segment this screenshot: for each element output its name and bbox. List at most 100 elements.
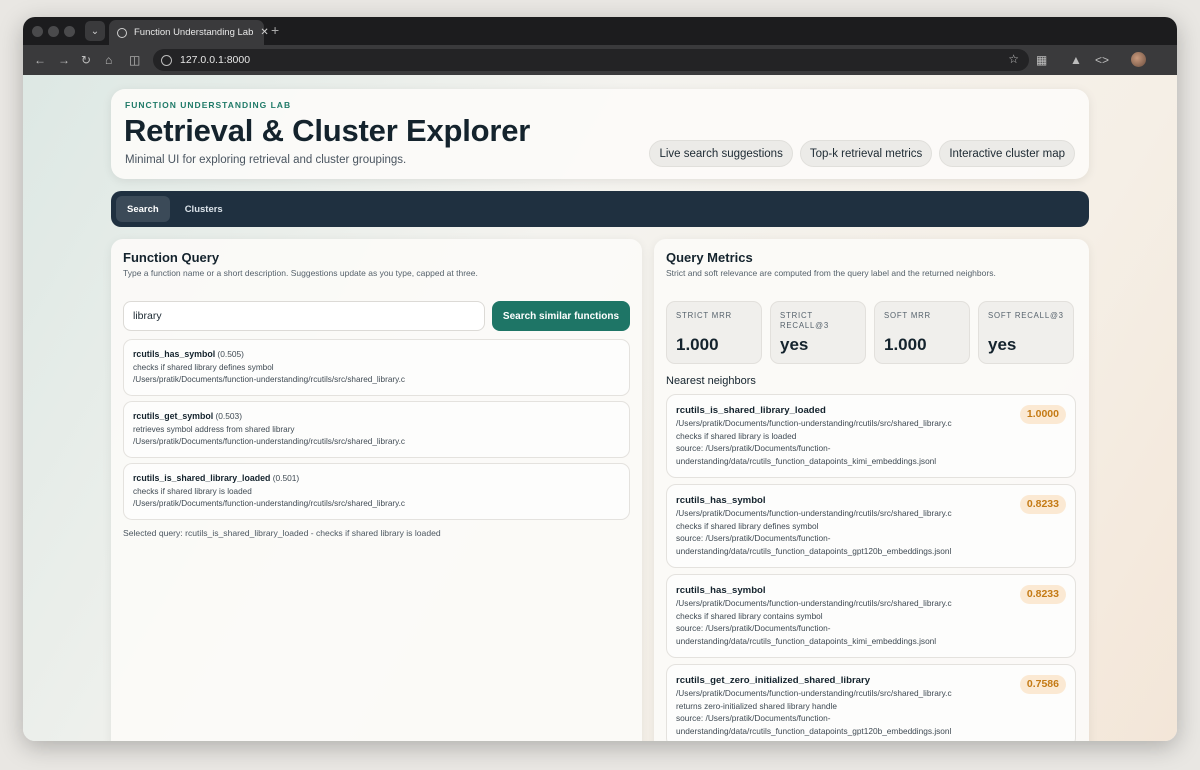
- query-panel-title: Function Query: [123, 250, 220, 265]
- suggestion-score: (0.503): [215, 411, 243, 421]
- suggestion-desc: retrieves symbol address from shared lib…: [133, 424, 295, 434]
- neighbor-name: rcutils_has_symbol: [676, 585, 766, 596]
- neighbor-name: rcutils_is_shared_library_loaded: [676, 405, 826, 416]
- new-tab-plus-icon[interactable]: +: [271, 22, 279, 38]
- neighbor-desc: checks if shared library is loaded: [676, 430, 797, 441]
- tab-clusters[interactable]: Clusters: [174, 196, 234, 222]
- pill-live-search: Live search suggestions: [649, 140, 793, 167]
- browser-tab[interactable]: Function Understanding Lab ✕: [109, 20, 269, 45]
- close-window-icon[interactable]: [32, 26, 43, 37]
- neighbor-name: rcutils_has_symbol: [676, 495, 766, 506]
- page-title: Retrieval & Cluster Explorer: [124, 113, 531, 148]
- reload-icon[interactable]: ↻: [81, 53, 91, 67]
- neighbor-desc: returns zero-initialized shared library …: [676, 700, 837, 711]
- metric-strict-recall: STRICT RECALL@3 yes: [770, 301, 866, 364]
- suggestion-path: /Users/pratik/Documents/function-underst…: [133, 437, 405, 446]
- metric-label: STRICT MRR: [676, 311, 732, 320]
- profile-avatar[interactable]: [1131, 52, 1146, 67]
- minimize-window-icon[interactable]: [48, 26, 59, 37]
- globe-icon: [117, 27, 127, 38]
- neighbor-source: source: /Users/pratik/Documents/function…: [676, 443, 831, 453]
- neighbor-path: /Users/pratik/Documents/function-underst…: [676, 688, 952, 698]
- tab-close-icon[interactable]: ✕: [260, 27, 268, 38]
- neighbor-item[interactable]: rcutils_get_zero_initialized_shared_libr…: [666, 664, 1076, 741]
- browser-window: ⌄ Function Understanding Lab ✕ + ← → ↻ ⌂…: [23, 17, 1177, 741]
- metric-label: SOFT MRR: [884, 311, 931, 320]
- neighbor-path: /Users/pratik/Documents/function-underst…: [676, 598, 952, 608]
- metric-value: 1.000: [884, 335, 927, 354]
- suggestion-name: rcutils_get_symbol: [133, 411, 214, 421]
- url-text: 127.0.0.1:8000: [180, 54, 251, 66]
- forward-arrow-icon[interactable]: →: [58, 53, 70, 67]
- tab-search[interactable]: Search: [116, 196, 170, 222]
- extensions-puzzle-icon[interactable]: ▦: [1036, 53, 1047, 67]
- page-subtitle: Minimal UI for exploring retrieval and c…: [125, 154, 407, 166]
- neighbor-item[interactable]: rcutils_is_shared_library_loaded /Users/…: [666, 394, 1076, 478]
- site-info-icon[interactable]: [161, 54, 172, 66]
- query-metrics-panel: Query Metrics Strict and soft relevance …: [654, 239, 1089, 741]
- suggestion-path: /Users/pratik/Documents/function-underst…: [133, 375, 405, 384]
- neighbor-path: /Users/pratik/Documents/function-underst…: [676, 508, 952, 518]
- neighbor-source-cont: understanding/data/rcutils_function_data…: [676, 725, 952, 736]
- suggestion-list: rcutils_has_symbol (0.505) checks if sha…: [123, 339, 630, 525]
- metric-value: yes: [780, 335, 809, 354]
- nearest-neighbors-title: Nearest neighbors: [666, 375, 756, 387]
- suggestion-name: rcutils_is_shared_library_loaded: [133, 473, 271, 483]
- metric-strict-mrr: STRICT MRR 1.000: [666, 301, 762, 364]
- selected-query-text: Selected query: rcutils_is_shared_librar…: [123, 528, 441, 538]
- neighbor-name: rcutils_get_zero_initialized_shared_libr…: [676, 675, 871, 686]
- bookmark-star-icon[interactable]: ☆: [1008, 52, 1019, 66]
- suggestion-item[interactable]: rcutils_get_symbol (0.503) retrieves sym…: [123, 401, 630, 458]
- neighbor-path: /Users/pratik/Documents/function-underst…: [676, 418, 952, 428]
- neighbor-score-badge: 0.8233: [1019, 495, 1066, 514]
- neighbor-item[interactable]: rcutils_has_symbol /Users/pratik/Documen…: [666, 574, 1076, 658]
- neighbor-score-badge: 0.7586: [1019, 675, 1066, 694]
- devtools-code-icon[interactable]: <>: [1095, 53, 1109, 67]
- neighbor-score-badge: 1.0000: [1019, 405, 1066, 424]
- neighbor-source: source: /Users/pratik/Documents/function…: [676, 623, 831, 633]
- metric-value: yes: [988, 335, 1017, 354]
- neighbor-list: rcutils_is_shared_library_loaded /Users/…: [666, 394, 1076, 741]
- metric-value: 1.000: [676, 335, 719, 354]
- suggestion-name: rcutils_has_symbol: [133, 349, 216, 359]
- address-bar[interactable]: 127.0.0.1:8000 ☆: [153, 49, 1029, 71]
- back-arrow-icon[interactable]: ←: [34, 53, 46, 67]
- search-similar-button[interactable]: Search similar functions: [492, 301, 630, 331]
- neighbor-desc: checks if shared library defines symbol: [676, 520, 819, 531]
- main-nav: Search Clusters: [111, 191, 1089, 227]
- metric-soft-recall: SOFT RECALL@3 yes: [978, 301, 1074, 364]
- metric-label: SOFT RECALL@3: [988, 311, 1064, 320]
- metric-cards: STRICT MRR 1.000 STRICT RECALL@3 yes SOFT…: [666, 301, 1074, 364]
- suggestion-score: (0.505): [217, 349, 244, 359]
- neighbor-score-badge: 0.8233: [1019, 585, 1066, 604]
- neighbor-source-cont: understanding/data/rcutils_function_data…: [676, 455, 937, 466]
- suggestion-item[interactable]: rcutils_has_symbol (0.505) checks if sha…: [123, 339, 630, 396]
- metric-label: STRICT RECALL@3: [780, 311, 829, 330]
- function-query-panel: Function Query Type a function name or a…: [111, 239, 642, 741]
- tab-title: Function Understanding Lab: [134, 27, 254, 38]
- metric-soft-mrr: SOFT MRR 1.000: [874, 301, 970, 364]
- neighbor-item[interactable]: rcutils_has_symbol /Users/pratik/Documen…: [666, 484, 1076, 568]
- browser-toolbar: ← → ↻ ⌂ ◫ 127.0.0.1:8000 ☆ ▦ ▲ <>: [23, 45, 1177, 75]
- pill-topk-metrics: Top-k retrieval metrics: [799, 140, 933, 167]
- suggestion-item[interactable]: rcutils_is_shared_library_loaded (0.501)…: [123, 463, 630, 520]
- neighbor-source-cont: understanding/data/rcutils_function_data…: [676, 545, 952, 556]
- incognito-icon[interactable]: ▲: [1070, 53, 1082, 67]
- sidebar-icon[interactable]: ◫: [129, 53, 140, 67]
- home-icon[interactable]: ⌂: [105, 53, 112, 67]
- feature-pills: Live search suggestions Top-k retrieval …: [649, 140, 1075, 167]
- maximize-window-icon[interactable]: [64, 26, 75, 37]
- pill-cluster-map: Interactive cluster map: [939, 140, 1075, 167]
- suggestion-desc: checks if shared library defines symbol: [133, 362, 274, 372]
- suggestion-path: /Users/pratik/Documents/function-underst…: [133, 499, 405, 508]
- tab-bar: ⌄ Function Understanding Lab ✕ +: [23, 17, 1177, 45]
- neighbor-source-cont: understanding/data/rcutils_function_data…: [676, 635, 937, 646]
- suggestion-desc: checks if shared library is loaded: [133, 486, 252, 496]
- tab-search-chevron-icon[interactable]: ⌄: [85, 21, 105, 41]
- function-search-input[interactable]: [123, 301, 485, 331]
- metrics-panel-subtitle: Strict and soft relevance are computed f…: [666, 268, 996, 278]
- suggestion-score: (0.501): [272, 473, 300, 483]
- neighbor-desc: checks if shared library contains symbol: [676, 610, 823, 621]
- page-viewport: FUNCTION UNDERSTANDING LAB Retrieval & C…: [23, 75, 1177, 741]
- metrics-panel-title: Query Metrics: [666, 250, 753, 265]
